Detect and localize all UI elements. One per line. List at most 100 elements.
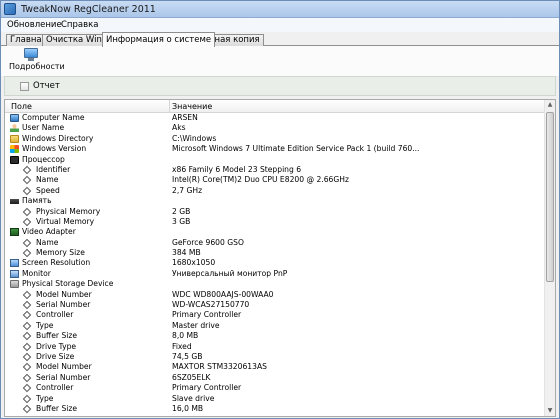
grid-row[interactable]: Screen Resolution 1680x1050: [5, 258, 546, 268]
diamond-icon: [22, 321, 32, 331]
diamond-icon: [22, 352, 32, 362]
row-field: Buffer Size: [36, 331, 78, 341]
app-window: TweakNow RegCleaner 2011 Обновление Спра…: [0, 0, 560, 419]
grid-row[interactable]: Drive Size 74,5 GB: [5, 352, 546, 362]
row-value: Fixed: [172, 341, 192, 351]
row-field: Computer Name: [22, 113, 85, 122]
row-value: Slave drive: [172, 393, 215, 403]
grid-row[interactable]: Monitor Универсальный монитор PnP: [5, 269, 546, 279]
details-button[interactable]: Подробности: [9, 48, 65, 74]
row-field: Windows Directory: [22, 133, 94, 143]
diamond-icon: [22, 207, 32, 216]
title-bar[interactable]: TweakNow RegCleaner 2011: [1, 1, 559, 18]
grid-row[interactable]: Buffer Size 16,0 MB: [5, 404, 546, 414]
diamond-icon: [22, 300, 32, 310]
grid-row[interactable]: Процессор: [5, 155, 546, 165]
grid-row[interactable]: Controller Primary Controller: [5, 383, 546, 393]
grid-row[interactable]: Speed 2,7 GHz: [5, 186, 546, 196]
grid-row[interactable]: Model Number WDC WD800AAJS-00WAA0: [5, 290, 546, 300]
row-field: Physical Memory: [36, 206, 101, 216]
grid-row[interactable]: Serial Number 6SZ05ELK: [5, 373, 546, 383]
row-field: Memory Size: [36, 248, 85, 258]
row-value: 16,0 MB: [172, 403, 204, 413]
row-field: Model Number: [36, 289, 92, 299]
row-value: 2,7 GHz: [172, 185, 203, 195]
grid-row[interactable]: Physical Memory 2 GB: [5, 207, 546, 217]
diamond-icon: [22, 238, 32, 247]
diamond-icon: [22, 404, 32, 414]
grid-row[interactable]: Type Slave drive: [5, 394, 546, 404]
diamond-icon: [22, 342, 32, 351]
row-field: Serial Number: [36, 300, 91, 310]
gpu-icon: [10, 228, 19, 237]
computer-icon: [23, 48, 39, 61]
system-info-grid: Поле Значение Computer Name ARSEN User Nam…: [4, 99, 556, 417]
grid-row[interactable]: Buffer Size 8,0 MB: [5, 331, 546, 341]
report-checkbox[interactable]: [20, 82, 29, 91]
scroll-up-arrow-icon[interactable]: ▲: [545, 100, 555, 110]
row-value: Master drive: [172, 320, 220, 330]
row-field: Память: [22, 196, 52, 206]
grid-row[interactable]: Serial Number WD-WCAS27150770: [5, 300, 546, 310]
folder-icon: [10, 134, 19, 143]
column-divider[interactable]: [169, 100, 170, 113]
scrollbar-thumb[interactable]: [546, 112, 554, 282]
grid-row[interactable]: Windows Directory C:\Windows: [5, 134, 546, 144]
grid-row[interactable]: Память: [5, 196, 546, 206]
scroll-down-arrow-icon[interactable]: ▼: [545, 406, 555, 416]
diamond-icon: [22, 331, 32, 341]
diamond-icon: [22, 176, 32, 185]
row-value: 6SZ05ELK: [172, 372, 211, 382]
grid-row[interactable]: Model Number MAXTOR STM3320613AS: [5, 362, 546, 372]
grid-row[interactable]: Windows Version Microsoft Windows 7 Ultim…: [5, 144, 546, 154]
menu-update[interactable]: Обновление: [7, 20, 62, 30]
cpu-icon: [10, 155, 19, 164]
grid-row[interactable]: User Name Aks: [5, 123, 546, 133]
computer-icon: [10, 114, 19, 122]
column-header-value[interactable]: Значение: [172, 102, 212, 111]
grid-row[interactable]: Video Adapter: [5, 227, 546, 237]
row-field: Physical Storage Device: [22, 279, 114, 289]
grid-row[interactable]: Identifier x86 Family 6 Model 23 Stepping…: [5, 165, 546, 175]
row-value: 3 GB: [172, 216, 191, 226]
grid-row[interactable]: Drive Type Fixed: [5, 342, 546, 352]
grid-row[interactable]: Virtual Memory 3 GB: [5, 217, 546, 227]
row-field: Type: [36, 320, 54, 330]
row-field: Identifier: [36, 164, 71, 174]
row-field: Процессор: [22, 154, 65, 164]
row-field: Drive Type: [36, 341, 77, 351]
vertical-scrollbar[interactable]: ▲ ▼: [544, 100, 555, 416]
menu-help[interactable]: Справка: [61, 20, 98, 30]
diamond-icon: [22, 311, 32, 320]
menu-bar: Обновление Справка: [1, 18, 559, 32]
screen-icon: [10, 259, 19, 268]
row-value: Intel(R) Core(TM)2 Duo CPU E8200 @ 2.66G…: [172, 175, 349, 185]
memory-icon: [10, 199, 19, 205]
row-value: ARSEN: [172, 113, 198, 122]
row-field: Windows Version: [22, 144, 87, 154]
row-value: 1680x1050: [172, 258, 216, 268]
grid-row[interactable]: Name GeForce 9600 GSO: [5, 238, 546, 248]
details-label: Подробности: [9, 62, 65, 71]
row-field: Name: [36, 237, 59, 247]
grid-row[interactable]: Controller Primary Controller: [5, 310, 546, 320]
row-field: Virtual Memory: [36, 216, 95, 226]
row-value: Microsoft Windows 7 Ultimate Edition Ser…: [172, 144, 420, 154]
column-header-field[interactable]: Поле: [11, 102, 32, 111]
windows-icon: [10, 145, 19, 154]
grid-row[interactable]: Computer Name ARSEN: [5, 113, 546, 123]
grid-row[interactable]: Physical Storage Device: [5, 279, 546, 289]
grid-row[interactable]: Memory Size 384 MB: [5, 248, 546, 258]
diamond-icon: [22, 165, 32, 175]
row-value: C:\Windows: [172, 133, 217, 143]
grid-row[interactable]: Name Intel(R) Core(TM)2 Duo CPU E8200 @ 2…: [5, 175, 546, 185]
row-value: 384 MB: [172, 248, 201, 258]
row-field: Speed: [36, 185, 60, 195]
row-field: Name: [36, 175, 59, 185]
window-title: TweakNow RegCleaner 2011: [21, 4, 156, 15]
diamond-icon: [22, 394, 32, 403]
tab-system-info[interactable]: Информация о системе: [102, 32, 216, 47]
grid-row[interactable]: Type Master drive: [5, 321, 546, 331]
report-label[interactable]: Отчет: [33, 81, 60, 91]
row-value: WDC WD800AAJS-00WAA0: [172, 289, 274, 299]
